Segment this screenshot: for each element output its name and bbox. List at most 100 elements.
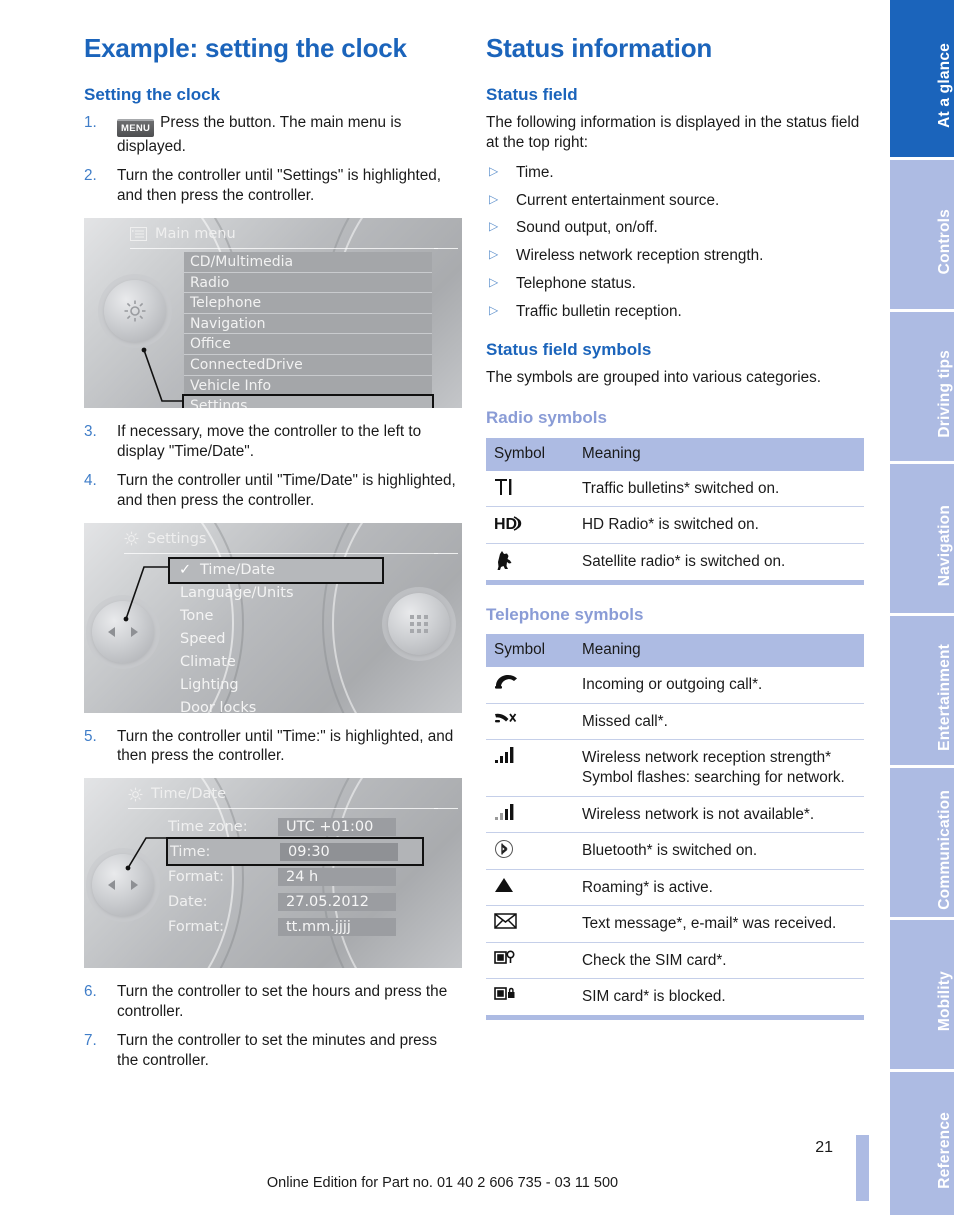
meaning-cell: Check the SIM card*.	[574, 942, 864, 980]
step-number: 7.	[84, 1032, 97, 1050]
steps-list-part1: 1. MENU Press the button. The main menu i…	[84, 113, 462, 206]
steps-list-part2: 3. If necessary, move the controller to …	[84, 422, 462, 511]
list-item-label: Wireless network reception strength.	[516, 247, 764, 265]
menu-item-label: Office	[190, 336, 231, 353]
meaning-cell: Missed call*.	[574, 703, 864, 741]
table-footer-bar	[486, 579, 864, 585]
settings-item-label: Speed	[180, 630, 226, 647]
step-number: 5.	[84, 727, 97, 745]
menu-item[interactable]: ConnectedDrive	[184, 355, 432, 376]
gear-icon	[128, 787, 143, 802]
step-item-4: 4. Turn the controller until "Time/Date"…	[84, 471, 462, 511]
tab-navigation[interactable]: Navigation	[885, 464, 954, 616]
screen-title: Time/Date	[151, 786, 227, 803]
table-row: HD HD Radio* is switched on.	[486, 506, 864, 544]
tab-mobility[interactable]: Mobility	[885, 920, 954, 1072]
envelope-icon	[494, 913, 517, 929]
step-item-2: 2. Turn the controller until "Settings" …	[84, 166, 462, 206]
tab-at-a-glance[interactable]: At a glance	[885, 0, 954, 160]
time-date-row[interactable]: Format: tt.mm.jjjj	[168, 914, 422, 939]
table-row: Wireless network is not available*.	[486, 796, 864, 834]
step-item-5: 5. Turn the controller until "Time:" is …	[84, 727, 462, 767]
idrive-screenshot-main-menu: Main menu CD/Multimedia Radio Telephone …	[84, 218, 462, 409]
table-header-row: Symbol Meaning	[486, 437, 864, 471]
tab-label: Entertainment	[936, 644, 953, 751]
step-number: 3.	[84, 423, 97, 441]
settings-item[interactable]: Tone	[170, 605, 382, 628]
menu-item[interactable]: Navigation	[184, 313, 432, 335]
table-row: SIM card* is blocked.	[486, 979, 864, 1015]
settings-item-selected[interactable]: ✓ Time/Date	[168, 556, 384, 584]
menu-item[interactable]: Vehicle Info	[184, 375, 432, 397]
steps-list-part3: 5. Turn the controller until "Time:" is …	[84, 727, 462, 767]
menu-item-label: CD/Multimedia	[190, 254, 294, 271]
gear-icon	[124, 531, 139, 546]
menu-item-label: Settings	[190, 398, 248, 409]
row-label: Format:	[168, 868, 224, 885]
symbol-cell	[486, 667, 574, 704]
settings-item[interactable]: Climate	[170, 651, 382, 674]
table-row: Traffic bulletins* switched on.	[486, 470, 864, 508]
settings-item[interactable]: Lighting	[170, 674, 382, 697]
triangle-bullet-icon: ▷	[489, 275, 499, 290]
table-row: Check the SIM card*.	[486, 942, 864, 980]
menu-item[interactable]: Telephone	[184, 293, 432, 314]
step-text: Turn the controller until "Settings" is …	[117, 167, 442, 205]
radio-symbols-table: Symbol Meaning Traffic bulletins* switch…	[486, 437, 864, 585]
section-heading-status-field-symbols: Status field symbols	[486, 339, 652, 359]
step-text: If necessary, move the controller to the…	[117, 423, 422, 460]
time-date-row[interactable]: Date: 27.05.2012	[168, 889, 422, 914]
title-rule	[128, 808, 438, 810]
settings-item[interactable]: Language/Units	[170, 582, 382, 605]
tab-driving-tips[interactable]: Driving tips	[885, 312, 954, 464]
step-text: Turn the controller to set the hours and…	[117, 983, 448, 1021]
list-item-label: Telephone status.	[516, 275, 636, 293]
page-title: Example: setting the clock	[84, 33, 407, 63]
row-value: 24 h	[278, 867, 396, 886]
menu-item-selected[interactable]: Settings	[182, 394, 434, 409]
keypad-icon	[410, 614, 428, 633]
table-row: Satellite radio* is switched on.	[486, 543, 864, 580]
roaming-triangle-icon	[495, 877, 513, 892]
table-footer-bar	[486, 1014, 864, 1020]
tab-entertainment[interactable]: Entertainment	[885, 616, 954, 768]
list-item: ▷ Current entertainment source.	[486, 191, 864, 211]
menu-item[interactable]: CD/Multimedia	[184, 252, 432, 273]
sim-check-icon	[494, 950, 515, 964]
triangle-bullet-icon: ▷	[489, 163, 499, 178]
menu-item-label: Radio	[190, 274, 230, 291]
row-value: tt.mm.jjjj	[278, 917, 396, 936]
step-text: Turn the controller until "Time/Date" is…	[117, 471, 456, 509]
symbol-cell: HD	[486, 506, 574, 544]
meaning-cell: Wireless network is not available*.	[574, 796, 864, 834]
screen-title: Settings	[147, 530, 207, 547]
meaning-cell: Roaming* is active.	[574, 869, 864, 907]
time-date-row-selected[interactable]: Time: 09:30	[166, 837, 424, 867]
tab-stripe	[885, 160, 890, 309]
settings-item-label: Language/Units	[180, 584, 294, 601]
symbol-cell	[486, 703, 574, 741]
time-date-rows: Time zone: UTC +01:00 Time: 09:30 Format…	[166, 814, 424, 939]
settings-item[interactable]: Door locks	[170, 697, 382, 713]
menu-item[interactable]: Radio	[184, 272, 432, 294]
step-number: 1.	[84, 113, 97, 131]
table-row: Missed call*.	[486, 703, 864, 741]
settings-item[interactable]: Speed	[170, 628, 382, 651]
tab-label: Reference	[936, 1112, 953, 1189]
row-label: Time zone:	[168, 818, 248, 835]
table-row: Bluetooth* is switched on.	[486, 832, 864, 870]
status-field-items: ▷ Time. ▷ Current entertainment source. ▷ S…	[486, 163, 864, 322]
time-date-row[interactable]: Time zone: UTC +01:00	[168, 814, 422, 839]
menu-key-icon: MENU	[117, 118, 155, 138]
time-date-row[interactable]: Format: 24 h	[168, 864, 422, 889]
menu-item[interactable]: Office	[184, 334, 432, 356]
tab-controls[interactable]: Controls	[885, 160, 954, 312]
meaning-cell: Traffic bulletins* switched on.	[574, 470, 864, 508]
screen-title-row: Time/Date	[128, 786, 440, 802]
steps-list-part4: 6. Turn the controller to set the hours …	[84, 982, 462, 1071]
table-row: Text message*, e-mail* was received.	[486, 905, 864, 943]
tab-communication[interactable]: Communication	[885, 768, 954, 920]
row-value: 27.05.2012	[278, 892, 396, 911]
section-heading-status-field: Status field	[486, 84, 578, 104]
tab-reference[interactable]: Reference	[885, 1072, 954, 1215]
